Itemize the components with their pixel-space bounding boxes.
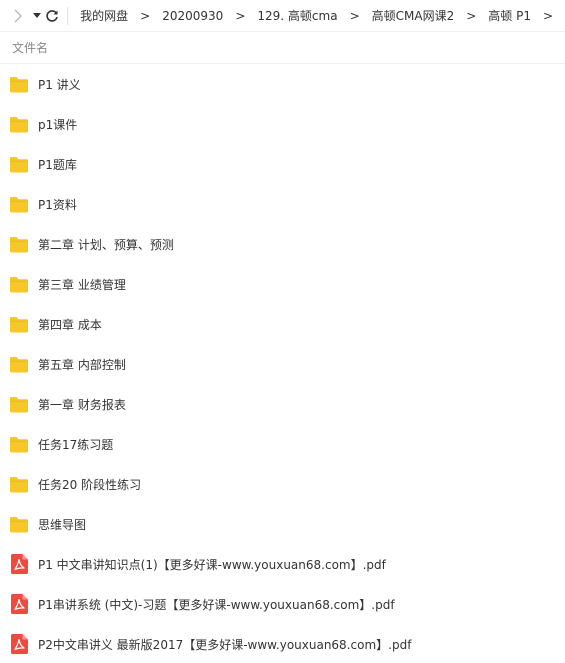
file-row[interactable]: P2中文串讲义 最新版2017【更多好课-www.youxuan68.com】.… <box>0 624 565 663</box>
toolbar: 我的网盘 >20200930 >129. 高顿cma > 高顿CMA网课2 > 高顿 P1 > <box>0 0 565 32</box>
folder-icon <box>9 474 29 494</box>
folder-row[interactable]: P1资料 <box>0 184 565 224</box>
folder-icon <box>9 314 29 334</box>
folder-icon <box>9 274 29 294</box>
folder-icon <box>9 74 29 94</box>
folder-row[interactable]: 任务17练习题 <box>0 424 565 464</box>
breadcrumb-item[interactable]: 129. 高顿cma <box>257 7 337 24</box>
breadcrumb-separator: > <box>140 8 151 23</box>
item-name[interactable]: 第五章 内部控制 <box>38 356 126 373</box>
item-name[interactable]: 第一章 财务报表 <box>38 396 126 413</box>
folder-row[interactable]: P1 讲义 <box>0 64 565 104</box>
file-row[interactable]: P1 中文串讲知识点(1)【更多好课-www.youxuan68.com】.pd… <box>0 544 565 584</box>
folder-row[interactable]: 第一章 财务报表 <box>0 384 565 424</box>
breadcrumb-separator: > <box>235 8 246 23</box>
item-name[interactable]: 第四章 成本 <box>38 316 102 333</box>
history-dropdown-icon[interactable] <box>31 6 42 26</box>
file-row[interactable]: P1串讲系统 (中文)-习题【更多好课-www.youxuan68.com】.p… <box>0 584 565 624</box>
pdf-file-icon <box>9 554 29 574</box>
breadcrumb-item[interactable]: 20200930 <box>162 9 223 23</box>
item-name[interactable]: p1课件 <box>38 116 77 133</box>
toolbar-divider <box>67 6 69 25</box>
breadcrumb-separator: > <box>349 8 360 23</box>
folder-icon <box>9 354 29 374</box>
folder-icon <box>9 114 29 134</box>
name-column-header[interactable]: 文件名 <box>12 39 48 56</box>
list-header: 文件名 <box>0 32 565 64</box>
forward-icon[interactable] <box>10 6 25 26</box>
folder-icon <box>9 434 29 454</box>
folder-row[interactable]: P1题库 <box>0 144 565 184</box>
item-name[interactable]: P1题库 <box>38 156 77 173</box>
breadcrumb-separator: > <box>542 8 554 23</box>
breadcrumb-separator: > <box>466 8 477 23</box>
item-name[interactable]: 第二章 计划、预算、预测 <box>38 236 174 253</box>
folder-row[interactable]: 第二章 计划、预算、预测 <box>0 224 565 264</box>
folder-icon <box>9 514 29 534</box>
pdf-file-icon <box>9 634 29 654</box>
folder-row[interactable]: 第五章 内部控制 <box>0 344 565 384</box>
file-list: P1 讲义 p1课件 P1题库 P1资料第二章 计划、预算、预测 第三章 业绩管理 第四章… <box>0 64 565 663</box>
item-name[interactable]: 任务17练习题 <box>38 436 113 453</box>
folder-row[interactable]: 第四章 成本 <box>0 304 565 344</box>
refresh-icon[interactable] <box>44 6 59 26</box>
item-name[interactable]: P1 讲义 <box>38 76 81 93</box>
item-name[interactable]: 第三章 业绩管理 <box>38 276 126 293</box>
item-name[interactable]: P2中文串讲义 最新版2017【更多好课-www.youxuan68.com】.… <box>38 636 411 653</box>
folder-icon <box>9 394 29 414</box>
folder-icon <box>9 194 29 214</box>
item-name[interactable]: P1资料 <box>38 196 77 213</box>
folder-row[interactable]: 第三章 业绩管理 <box>0 264 565 304</box>
folder-icon <box>9 154 29 174</box>
folder-icon <box>9 234 29 254</box>
folder-row[interactable]: p1课件 <box>0 104 565 144</box>
folder-row[interactable]: 思维导图 <box>0 504 565 544</box>
item-name[interactable]: 思维导图 <box>38 516 86 533</box>
breadcrumb-item[interactable]: 高顿 P1 <box>488 7 531 24</box>
breadcrumb: 我的网盘 >20200930 >129. 高顿cma > 高顿CMA网课2 > 高顿 P1 > <box>80 7 565 24</box>
item-name[interactable]: 任务20 阶段性练习 <box>38 476 141 493</box>
item-name[interactable]: P1串讲系统 (中文)-习题【更多好课-www.youxuan68.com】.p… <box>38 596 395 613</box>
pdf-file-icon <box>9 594 29 614</box>
folder-row[interactable]: 任务20 阶段性练习 <box>0 464 565 504</box>
item-name[interactable]: P1 中文串讲知识点(1)【更多好课-www.youxuan68.com】.pd… <box>38 556 386 573</box>
breadcrumb-item[interactable]: 高顿CMA网课2 <box>372 7 455 24</box>
breadcrumb-item[interactable]: 我的网盘 <box>80 7 128 24</box>
